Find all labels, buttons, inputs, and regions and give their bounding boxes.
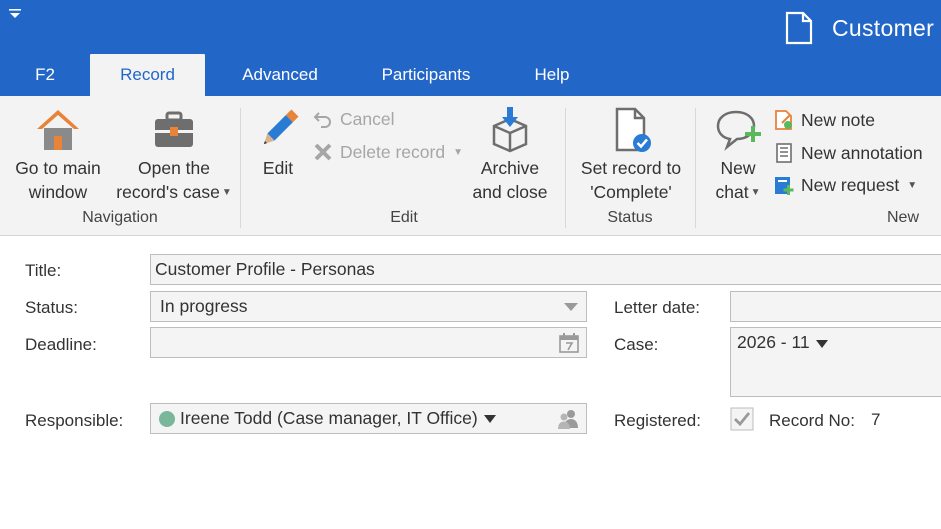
home-icon [37, 110, 79, 150]
record-no-value: 7 [871, 410, 881, 429]
new-chat-label: New chat ▼ [715, 158, 761, 202]
new-request-button[interactable]: New request ▼ [773, 174, 917, 196]
chevron-down-icon: ▼ [221, 187, 232, 199]
tab-help[interactable]: Help [522, 54, 582, 96]
window-title: Customer [784, 8, 934, 48]
tab-participants[interactable]: Participants [366, 54, 486, 96]
chevron-down-icon [564, 302, 578, 311]
title-value: Customer Profile - Personas [155, 259, 375, 279]
ribbon-divider [240, 108, 241, 228]
responsible-field[interactable]: Ireene Todd (Case manager, IT Office) [150, 403, 587, 434]
case-label: Case: [614, 335, 659, 354]
case-field[interactable]: 2026 - 11 [730, 327, 941, 397]
go-to-main-label: Go to main window [15, 158, 101, 202]
navigation-group-label: Navigation [82, 209, 158, 226]
responsible-label: Responsible: [25, 411, 124, 430]
edit-group-label: Edit [390, 209, 418, 226]
chevron-down-icon[interactable] [815, 340, 828, 348]
document-check-icon [615, 107, 651, 152]
archive-and-close-button[interactable]: Archive and close [468, 106, 552, 204]
letter-date-field[interactable] [730, 291, 941, 322]
registered-label: Registered: [614, 411, 701, 430]
new-note-button[interactable]: New note [773, 109, 875, 131]
new-annotation-button[interactable]: New annotation [773, 142, 923, 164]
title-label: Title: [25, 261, 62, 280]
briefcase-icon [155, 111, 193, 147]
tab-advanced[interactable]: Advanced [226, 54, 334, 96]
document-icon [785, 11, 813, 45]
presence-status-icon [159, 410, 175, 427]
status-value: In progress [160, 296, 248, 316]
set-record-complete-button[interactable]: Set record to 'Complete' [574, 106, 688, 204]
letter-date-label: Letter date: [614, 298, 701, 317]
open-case-label: Open the record's case ▼ [116, 158, 232, 202]
undo-icon [313, 112, 331, 128]
calendar-icon[interactable] [558, 332, 580, 354]
new-note-label: New note [801, 109, 875, 130]
window-title-text: Customer [832, 14, 935, 41]
delete-record-button[interactable]: Delete record ▼ [312, 141, 463, 163]
chevron-down-icon: ▼ [453, 146, 463, 158]
registered-checkbox[interactable] [730, 407, 754, 431]
new-group-label: New [886, 209, 919, 226]
ribbon: Go to main window Open the record's case… [0, 96, 941, 236]
responsible-value: Ireene Todd (Case manager, IT Office) [180, 408, 478, 428]
title-field[interactable]: Customer Profile - Personas [150, 254, 941, 285]
record-no-label: Record No: [769, 411, 855, 430]
open-records-case-button[interactable]: Open the record's case ▼ [114, 106, 234, 205]
quick-access-dropdown-icon[interactable] [8, 8, 22, 20]
cancel-label: Cancel [340, 108, 395, 129]
edit-button[interactable]: Edit [250, 106, 306, 180]
deadline-label: Deadline: [25, 335, 97, 354]
chevron-down-icon: ▼ [907, 179, 918, 191]
new-annotation-label: New annotation [801, 142, 923, 163]
people-icon[interactable] [556, 408, 580, 430]
request-icon [775, 177, 794, 195]
tab-f2[interactable]: F2 [22, 54, 68, 96]
annotation-list-icon [776, 143, 792, 163]
ribbon-divider [695, 108, 696, 228]
case-value: 2026 - 11 [737, 332, 810, 352]
status-dropdown[interactable]: In progress [150, 291, 587, 322]
new-chat-button[interactable]: New chat ▼ [708, 106, 768, 205]
ribbon-tab-bar: F2 Record Advanced Participants Help [0, 54, 941, 96]
set-complete-label: Set record to 'Complete' [580, 158, 682, 202]
new-request-label: New request [801, 174, 900, 195]
archive-label: Archive and close [472, 158, 548, 202]
edit-label: Edit [262, 158, 294, 178]
tab-record[interactable]: Record [90, 54, 205, 96]
note-icon [775, 110, 792, 130]
chevron-down-icon: ▼ [750, 187, 761, 199]
status-group-label: Status [607, 209, 653, 226]
ribbon-divider [565, 108, 566, 228]
title-bar: Customer [0, 0, 941, 54]
deadline-date-field[interactable] [150, 327, 587, 358]
chat-bubble-add-icon [716, 110, 761, 151]
chevron-down-icon[interactable] [483, 414, 496, 423]
delete-x-icon [314, 143, 332, 161]
status-label: Status: [25, 298, 78, 317]
pencil-icon [263, 109, 299, 145]
archive-box-icon [492, 107, 528, 153]
delete-record-label: Delete record [340, 141, 446, 162]
cancel-button[interactable]: Cancel [312, 108, 394, 130]
go-to-main-window-button[interactable]: Go to main window [10, 106, 106, 204]
